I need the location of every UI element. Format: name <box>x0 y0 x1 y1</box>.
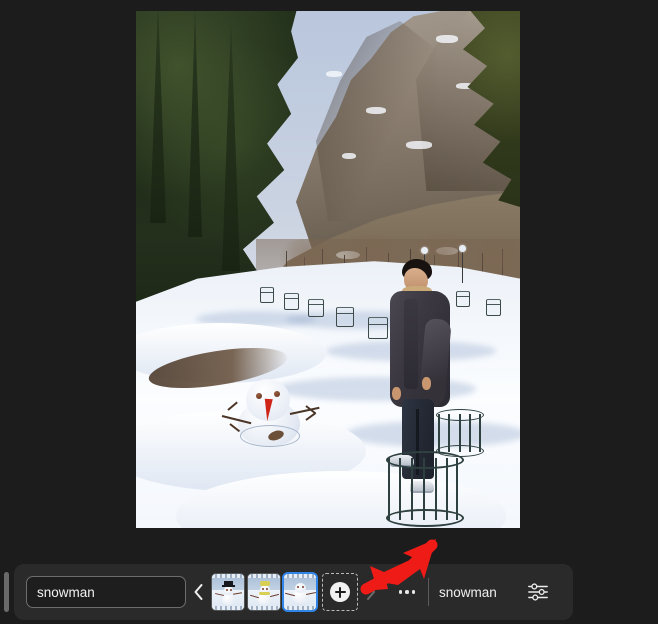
mountain-snow-patch <box>436 35 458 43</box>
snowman-twig-branch <box>227 401 238 411</box>
tree-guard <box>308 299 324 317</box>
variant-thumbnail-1[interactable] <box>212 574 244 610</box>
guard-bottom-rim <box>386 509 464 527</box>
tree-guard <box>336 307 354 327</box>
sliders-icon <box>527 583 548 601</box>
snowman-eye-right <box>274 391 280 397</box>
prompt-input[interactable] <box>26 576 186 608</box>
person-jacket-front <box>404 299 418 389</box>
thumb-film-strip-bottom <box>212 606 244 610</box>
variant-thumbnail-3[interactable] <box>282 572 318 612</box>
bottom-toolbar-area: snowman <box>0 560 658 624</box>
tree-guard <box>284 293 299 310</box>
guard-bar <box>456 458 458 520</box>
thumb-film-strip-bottom <box>284 606 316 610</box>
toolbar-divider <box>428 578 429 606</box>
tree-guard <box>486 299 501 316</box>
plus-icon <box>330 582 350 602</box>
prev-variant-button[interactable] <box>187 575 209 609</box>
snowman-eye-left <box>256 393 262 399</box>
thumb-eye <box>302 586 304 588</box>
thumb-eye <box>262 588 264 590</box>
thumb-film-strip-top <box>284 574 316 578</box>
snowman-carrot-nose <box>263 398 273 422</box>
guard-bar <box>399 458 401 520</box>
tree-guard <box>260 287 274 303</box>
person-hand-left <box>392 387 401 400</box>
guard-bar <box>438 414 440 452</box>
mountain-snow-patch <box>366 107 386 114</box>
thumb-eye <box>297 586 299 588</box>
mountain-snow-patch <box>342 153 356 159</box>
more-options-button[interactable] <box>390 575 424 609</box>
next-variant-button[interactable] <box>359 575 381 609</box>
dot-icon <box>398 590 403 594</box>
thumb-eye <box>230 589 232 591</box>
variant-thumbnail-strip <box>212 572 318 612</box>
dot-icon <box>405 590 409 594</box>
tree-guard <box>456 291 470 307</box>
thumb-eye <box>226 589 228 591</box>
photo-frame[interactable] <box>136 11 520 528</box>
guard-bar <box>446 458 448 520</box>
thumb-hat-brim <box>222 585 235 587</box>
thumb-snowman-body <box>222 594 235 605</box>
thumb-eye <box>266 588 268 590</box>
thumb-hat-yellow <box>260 581 270 586</box>
lamp-post <box>462 249 463 283</box>
snowman-figure <box>216 379 326 449</box>
thumb-film-strip-top <box>248 574 280 578</box>
thumb-snowman-head <box>295 583 306 593</box>
lamp-head <box>459 245 466 252</box>
foreground-tree-guard <box>386 451 464 527</box>
variant-thumbnail-2[interactable] <box>248 574 280 610</box>
thumb-scarf-yellow <box>259 592 270 595</box>
guard-bar <box>435 458 437 520</box>
guard-bar <box>411 458 413 520</box>
lamp-head <box>421 247 428 254</box>
dot-icon <box>411 590 416 594</box>
snowman-twig-branch <box>305 412 317 421</box>
image-canvas[interactable] <box>0 0 658 560</box>
adjust-settings-button[interactable] <box>521 575 555 609</box>
layer-name-label: snowman <box>439 584 497 600</box>
midground-tree-guard <box>436 409 484 459</box>
mountain-snow-patch <box>406 141 432 149</box>
guard-bar <box>459 414 461 452</box>
guard-bar <box>448 414 450 452</box>
guard-bar <box>469 414 471 452</box>
thumb-film-strip-bottom <box>248 606 280 610</box>
toolbar: snowman <box>14 564 573 620</box>
photo <box>136 11 520 528</box>
guard-bar <box>479 414 481 452</box>
person-hand-right <box>422 377 431 390</box>
add-image-button[interactable] <box>322 573 358 611</box>
thumb-film-strip-top <box>212 574 244 578</box>
guard-bar <box>388 458 390 520</box>
toolbar-drag-handle[interactable] <box>4 572 9 612</box>
guard-bar <box>423 458 425 520</box>
mountain-snow-patch <box>326 71 342 77</box>
